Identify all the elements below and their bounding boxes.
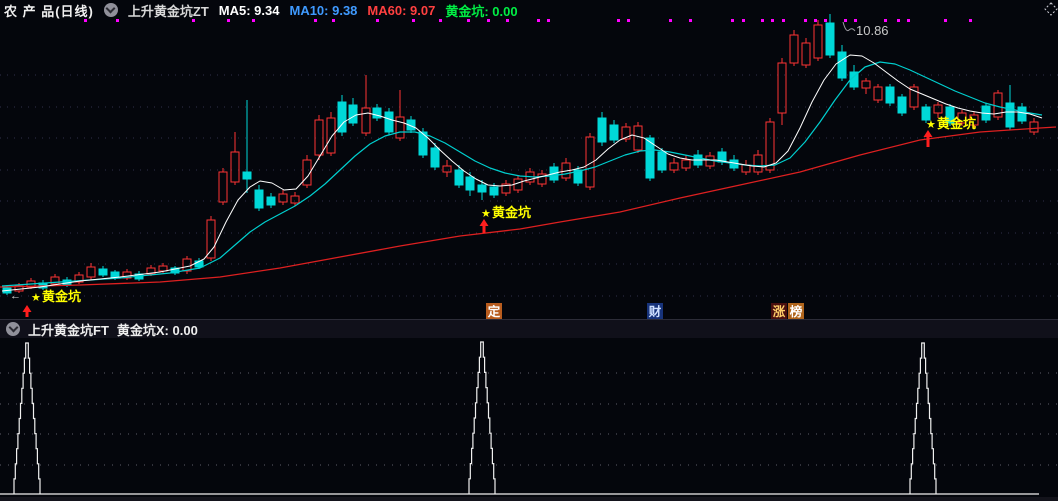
star-icon: ★ — [926, 119, 936, 131]
signal-indicator-name[interactable]: 上升黄金坑FT — [28, 320, 109, 339]
left-arrow-mark: ← — [10, 290, 21, 302]
collapse-main-panel-icon[interactable] — [103, 3, 118, 17]
goldpit-label: 黄金坑 — [492, 205, 531, 220]
peak-price-label: 10.86 — [856, 23, 889, 38]
signal-panel-header: 上升黄金坑FT 黄金坑X: 0.00 — [0, 319, 1058, 338]
star-icon: ★ — [31, 292, 41, 304]
marker-chip-label: 榜 — [790, 304, 803, 319]
marker-chip-label: 涨 — [773, 304, 786, 319]
signal-value: 黄金坑X: 0.00 — [116, 322, 198, 338]
stock-app-window: 农 产 品(日线) 上升黄金坑ZT MA5: 9.34 MA10: 9.38 M… — [0, 0, 1058, 501]
chart-canvas[interactable]: 10.86← 黄金坑★黄金坑★黄金坑★定财涨榜 — [0, 0, 1058, 501]
ma10-value: MA10: 9.38 — [289, 2, 358, 18]
chevron-down-icon — [105, 3, 116, 14]
ma60-value: MA60: 9.07 — [367, 2, 436, 18]
star-icon: ★ — [481, 208, 491, 220]
collapse-signal-panel-icon[interactable] — [6, 322, 20, 336]
goldpit-value: 黄金坑: 0.00 — [445, 3, 518, 19]
goldpit-label: 黄金坑 — [937, 116, 976, 131]
up-arrow-icon — [479, 219, 489, 233]
symbol-title: 农 产 品(日线) — [4, 3, 94, 19]
chevron-down-icon — [8, 322, 18, 333]
candlesticks — [2, 14, 1039, 295]
peak-pointer — [842, 21, 856, 32]
signal-spike — [13, 342, 41, 494]
goldpit-label: 黄金坑 — [42, 289, 81, 304]
marker-chip-label: 财 — [648, 304, 662, 319]
signal-spike — [909, 342, 937, 494]
bottom-border-strip — [0, 497, 1058, 501]
ma5-value: MA5: 9.34 — [218, 2, 280, 18]
marker-chip-label: 定 — [487, 304, 501, 319]
signal-spike — [468, 341, 496, 494]
indicator-name[interactable]: 上升黄金坑ZT — [128, 1, 209, 20]
main-panel-header: 农 产 品(日线) 上升黄金坑ZT MA5: 9.34 MA10: 9.38 M… — [0, 0, 1058, 20]
up-arrow-icon — [22, 305, 32, 317]
